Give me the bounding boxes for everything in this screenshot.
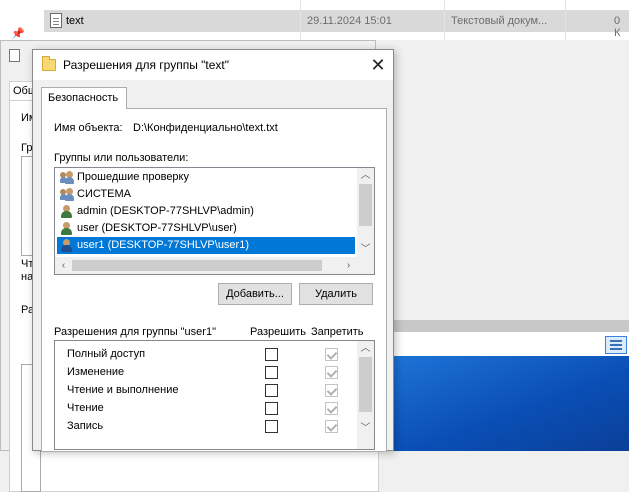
deny-checkbox <box>325 348 338 361</box>
window-status-bar <box>394 320 629 332</box>
scroll-up-icon[interactable]: ︿ <box>357 168 374 184</box>
deny-checkbox <box>325 366 338 379</box>
allow-checkbox[interactable] <box>265 384 278 397</box>
permission-name: Чтение и выполнение <box>67 384 179 396</box>
list-item[interactable]: СИСТЕМА <box>57 186 357 203</box>
permission-name: Полный доступ <box>67 348 146 360</box>
dialog-titlebar[interactable]: Разрешения для группы "text" ✕ <box>33 50 393 80</box>
desktop-background <box>394 356 629 451</box>
pin-icon: 📌 <box>11 28 25 40</box>
explorer-file-list: text 29.11.2024 15:01 Текстовый докум...… <box>0 0 629 40</box>
permission-row: Изменение <box>55 363 359 381</box>
file-icon <box>9 49 20 62</box>
dialog-title: Разрешения для группы "text" <box>63 58 230 72</box>
allow-checkbox[interactable] <box>265 366 278 379</box>
allow-checkbox[interactable] <box>265 402 278 415</box>
user-name: admin (DESKTOP-77SHLVP\admin) <box>77 205 254 217</box>
permissions-header: Разрешения для группы "user1" <box>54 326 216 338</box>
window-content <box>394 332 629 356</box>
user-icon <box>60 239 74 252</box>
object-name-label: Имя объекта: <box>54 122 123 134</box>
text-file-icon <box>50 13 62 28</box>
deny-checkbox <box>325 420 338 433</box>
groups-list[interactable]: Прошедшие проверку СИСТЕМА admin (DESKTO… <box>54 167 375 275</box>
groups-label: Группы или пользователи: <box>54 152 189 164</box>
file-size: 0 К <box>614 15 621 39</box>
list-item[interactable]: user (DESKTOP-77SHLVP\user) <box>57 220 357 237</box>
permission-row: Чтение и выполнение <box>55 381 359 399</box>
scroll-thumb[interactable] <box>359 184 372 226</box>
scroll-down-icon[interactable]: ﹀ <box>357 242 374 258</box>
file-name: text <box>66 15 84 27</box>
scroll-left-icon[interactable]: ‹ <box>55 258 72 274</box>
permissions-dialog: Разрешения для группы "text" ✕ Безопасно… <box>32 49 394 452</box>
add-button[interactable]: Добавить... <box>218 283 292 305</box>
user-name: СИСТЕМА <box>77 188 131 200</box>
vertical-scrollbar[interactable]: ︿ ﹀ <box>357 341 374 449</box>
close-icon[interactable]: ✕ <box>367 54 389 76</box>
details-view-icon[interactable] <box>605 336 627 354</box>
permission-name: Запись <box>67 420 104 432</box>
deny-column-header: Запретить <box>311 326 364 338</box>
group-icon <box>60 188 74 201</box>
scroll-down-icon[interactable]: ﹀ <box>357 421 374 437</box>
object-name-value: D:\Конфиденциально\text.txt <box>133 122 278 134</box>
column-divider <box>300 0 301 40</box>
allow-checkbox[interactable] <box>265 348 278 361</box>
deny-checkbox <box>325 384 338 397</box>
user-icon <box>60 205 74 218</box>
vertical-scrollbar[interactable]: ︿ ﹀ <box>357 168 374 259</box>
user-icon <box>60 222 74 235</box>
remove-button[interactable]: Удалить <box>299 283 373 305</box>
scroll-thumb[interactable] <box>359 357 372 412</box>
allow-checkbox[interactable] <box>265 420 278 433</box>
file-row-text[interactable]: text 29.11.2024 15:01 Текстовый докум...… <box>44 10 629 39</box>
file-date: 29.11.2024 15:01 <box>307 15 392 27</box>
scrollbar-corner <box>357 257 374 274</box>
tab-security[interactable]: Безопасность <box>41 87 127 109</box>
file-type: Текстовый докум... <box>451 15 548 27</box>
permission-row: Чтение <box>55 399 359 417</box>
list-item[interactable]: admin (DESKTOP-77SHLVP\admin) <box>57 203 357 220</box>
list-item[interactable]: Прошедшие проверку <box>57 169 357 186</box>
scroll-right-icon[interactable]: › <box>340 258 357 274</box>
permission-name: Изменение <box>67 366 125 378</box>
column-divider <box>565 0 566 40</box>
permission-row: Полный доступ <box>55 345 359 363</box>
group-icon <box>60 171 74 184</box>
user-name: user1 (DESKTOP-77SHLVP\user1) <box>77 239 249 251</box>
permissions-list: Полный доступ Изменение Чтение и выполне… <box>54 340 375 450</box>
scroll-thumb[interactable] <box>72 260 322 271</box>
folder-icon <box>42 56 56 71</box>
horizontal-scrollbar[interactable]: ‹ › <box>55 257 359 274</box>
deny-checkbox <box>325 402 338 415</box>
user-name: user (DESKTOP-77SHLVP\user) <box>77 222 237 234</box>
column-divider <box>444 0 445 40</box>
scroll-up-icon[interactable]: ︿ <box>357 341 374 357</box>
permission-name: Чтение <box>67 402 104 414</box>
list-item-selected[interactable]: user1 (DESKTOP-77SHLVP\user1) <box>57 237 355 254</box>
allow-column-header: Разрешить <box>250 326 306 338</box>
user-name: Прошедшие проверку <box>77 171 189 183</box>
permission-row: Запись <box>55 417 359 435</box>
